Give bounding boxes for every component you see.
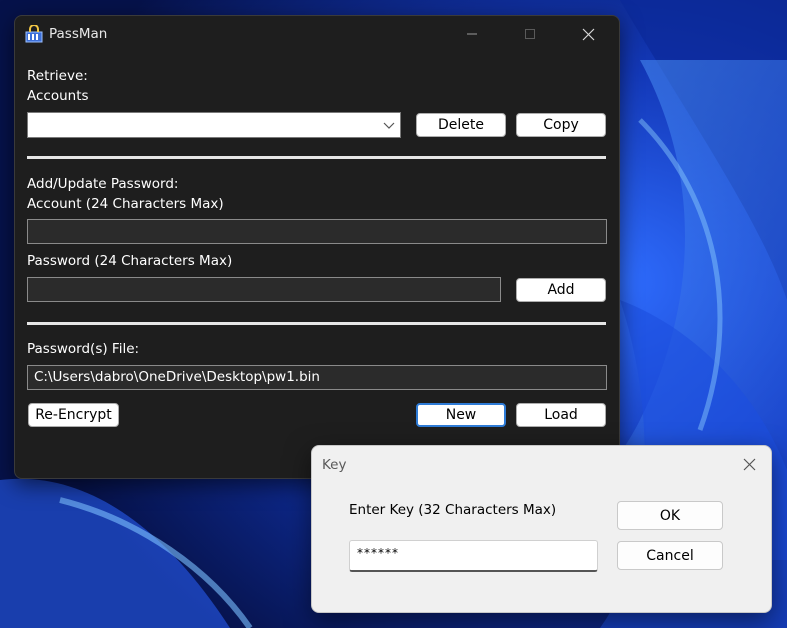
minimize-button[interactable] bbox=[449, 16, 495, 52]
file-path-field[interactable]: C:\Users\dabro\OneDrive\Desktop\pw1.bin bbox=[27, 365, 607, 390]
dialog-close-button[interactable] bbox=[728, 446, 770, 482]
account-input[interactable] bbox=[27, 219, 607, 244]
key-input[interactable]: ****** bbox=[349, 540, 598, 572]
window-title: PassMan bbox=[49, 26, 108, 42]
key-prompt-label: Enter Key (32 Characters Max) bbox=[349, 502, 557, 518]
new-button[interactable]: New bbox=[416, 403, 506, 427]
re-encrypt-button[interactable]: Re-Encrypt bbox=[28, 403, 119, 427]
add-update-heading: Add/Update Password: bbox=[27, 176, 179, 192]
minimize-icon bbox=[467, 33, 477, 35]
maximize-icon bbox=[525, 29, 535, 39]
chevron-down-icon bbox=[383, 122, 395, 129]
title-bar[interactable]: PassMan bbox=[15, 16, 619, 52]
passman-window: PassMan Retrieve: Accounts Delete Copy A… bbox=[14, 15, 620, 479]
maximize-button[interactable] bbox=[507, 16, 553, 52]
close-icon bbox=[582, 28, 594, 40]
close-button[interactable] bbox=[565, 16, 611, 52]
password-label: Password (24 Characters Max) bbox=[27, 253, 233, 269]
copy-button[interactable]: Copy bbox=[516, 113, 606, 137]
dialog-title: Key bbox=[322, 457, 347, 473]
retrieve-heading: Retrieve: bbox=[27, 68, 88, 84]
accounts-dropdown[interactable] bbox=[27, 112, 401, 138]
accounts-label: Accounts bbox=[27, 88, 89, 104]
file-heading: Password(s) File: bbox=[27, 341, 140, 357]
account-label: Account (24 Characters Max) bbox=[27, 196, 224, 212]
close-icon bbox=[743, 458, 755, 470]
key-dialog: Key Enter Key (32 Characters Max) ******… bbox=[311, 445, 772, 613]
add-button[interactable]: Add bbox=[516, 278, 606, 302]
section-divider bbox=[27, 322, 606, 325]
load-button[interactable]: Load bbox=[516, 403, 606, 427]
cancel-button[interactable]: Cancel bbox=[617, 541, 723, 570]
ok-button[interactable]: OK bbox=[617, 501, 723, 530]
passman-app-icon bbox=[25, 25, 43, 43]
delete-button[interactable]: Delete bbox=[416, 113, 506, 137]
section-divider bbox=[27, 156, 606, 159]
password-input[interactable] bbox=[27, 277, 501, 302]
